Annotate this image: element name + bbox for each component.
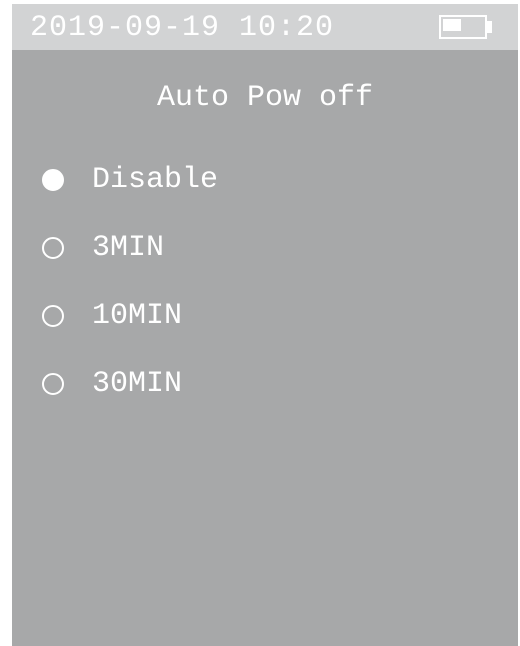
menu-title: Auto Pow off	[156, 81, 374, 115]
option-3min[interactable]: 3MIN	[42, 228, 502, 268]
option-label: 30MIN	[92, 367, 183, 401]
battery-icon	[439, 15, 492, 39]
status-bar: 2019-09-19 10:20	[12, 4, 518, 50]
radio-selected-icon[interactable]	[42, 169, 64, 191]
option-label: 3MIN	[92, 231, 165, 265]
battery-tip	[486, 21, 492, 33]
battery-fill	[443, 19, 461, 31]
radio-unselected-icon[interactable]	[42, 237, 64, 259]
radio-unselected-icon[interactable]	[42, 373, 64, 395]
option-disable[interactable]: Disable	[42, 160, 502, 200]
device-screen: 2019-09-19 10:20 Auto Pow off Disable 3M…	[12, 4, 518, 646]
datetime-display: 2019-09-19 10:20	[30, 11, 335, 45]
option-label: Disable	[92, 163, 219, 197]
option-10min[interactable]: 10MIN	[42, 296, 502, 336]
radio-unselected-icon[interactable]	[42, 305, 64, 327]
option-30min[interactable]: 30MIN	[42, 364, 502, 404]
option-label: 10MIN	[92, 299, 183, 333]
